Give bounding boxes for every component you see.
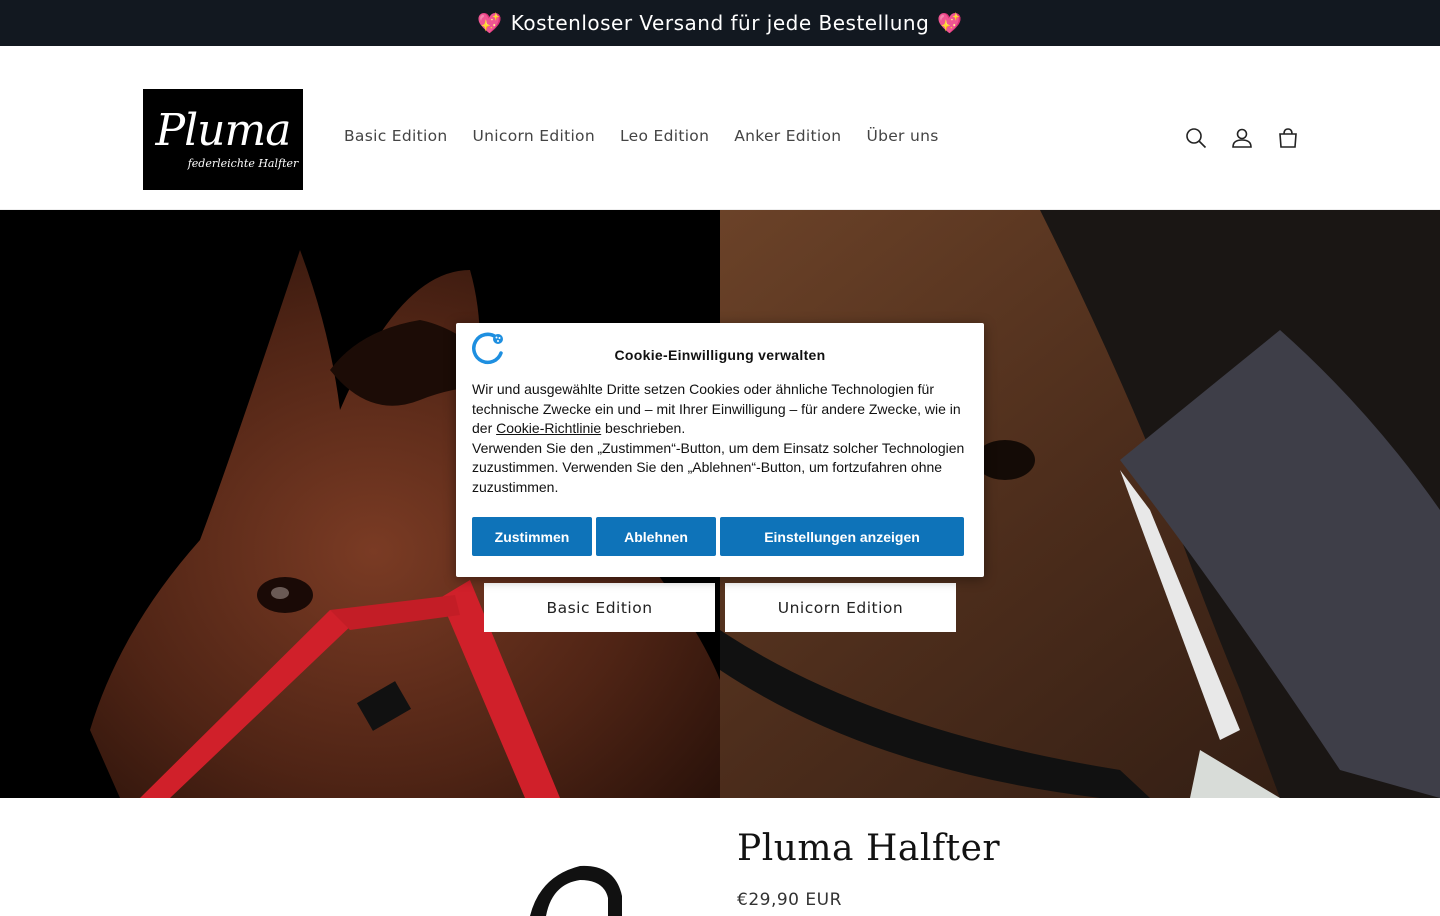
account-icon[interactable]	[1230, 126, 1254, 150]
announcement-text: Kostenloser Versand für jede Bestellung	[510, 11, 930, 35]
logo-wordmark: Pluma	[155, 105, 292, 156]
cookie-dialog-title: Cookie-Einwilligung verwalten	[614, 347, 826, 363]
hero-basic-edition-button[interactable]: Basic Edition	[484, 583, 715, 632]
product-price: €29,90 EUR	[737, 890, 842, 910]
cookie-reject-button[interactable]: Ablehnen	[596, 517, 716, 556]
hero-buttons: Basic Edition Unicorn Edition	[484, 583, 956, 632]
nav-item-leo-edition[interactable]: Leo Edition	[620, 127, 709, 145]
nav-item-ueber-uns[interactable]: Über uns	[866, 127, 938, 145]
cookie-button-row: Zustimmen Ablehnen Einstellungen anzeige…	[472, 517, 964, 556]
cookie-settings-button[interactable]: Einstellungen anzeigen	[720, 517, 964, 556]
cookie-accept-button[interactable]: Zustimmen	[472, 517, 592, 556]
heart-emoji-right: 💖	[937, 11, 963, 35]
header-icons	[1184, 126, 1300, 150]
nav-item-unicorn-edition[interactable]: Unicorn Edition	[473, 127, 595, 145]
featured-product: Pluma Halfter €29,90 EUR	[0, 798, 1440, 916]
main-nav: Basic Edition Unicorn Edition Leo Editio…	[344, 127, 964, 145]
product-title[interactable]: Pluma Halfter	[737, 828, 1000, 869]
cookie-dialog-text: Wir und ausgewählte Dritte setzen Cookie…	[472, 380, 972, 498]
heart-emoji-left: 💖	[477, 11, 503, 35]
cookie-text-part3: Verwenden Sie den „Zustimmen“-Button, um…	[472, 439, 965, 495]
announcement-bar: 💖 Kostenloser Versand für jede Bestellun…	[0, 0, 1440, 46]
site-logo[interactable]: Pluma federleichte Halfter	[143, 89, 303, 190]
logo-tagline: federleichte Halfter	[187, 157, 299, 170]
hero-unicorn-edition-button[interactable]: Unicorn Edition	[725, 583, 956, 632]
site-header: Pluma federleichte Halfter Basic Edition…	[0, 46, 1440, 210]
cart-icon[interactable]	[1276, 126, 1300, 150]
cookie-text-part2: beschrieben.	[601, 420, 686, 437]
cookie-policy-link[interactable]: Cookie-Richtlinie	[496, 420, 601, 436]
search-icon[interactable]	[1184, 126, 1208, 150]
product-image[interactable]	[500, 856, 650, 916]
cookie-consent-dialog: Cookie-Einwilligung verwalten Wir und au…	[456, 323, 984, 577]
nav-item-anker-edition[interactable]: Anker Edition	[734, 127, 841, 145]
nav-item-basic-edition[interactable]: Basic Edition	[344, 127, 448, 145]
